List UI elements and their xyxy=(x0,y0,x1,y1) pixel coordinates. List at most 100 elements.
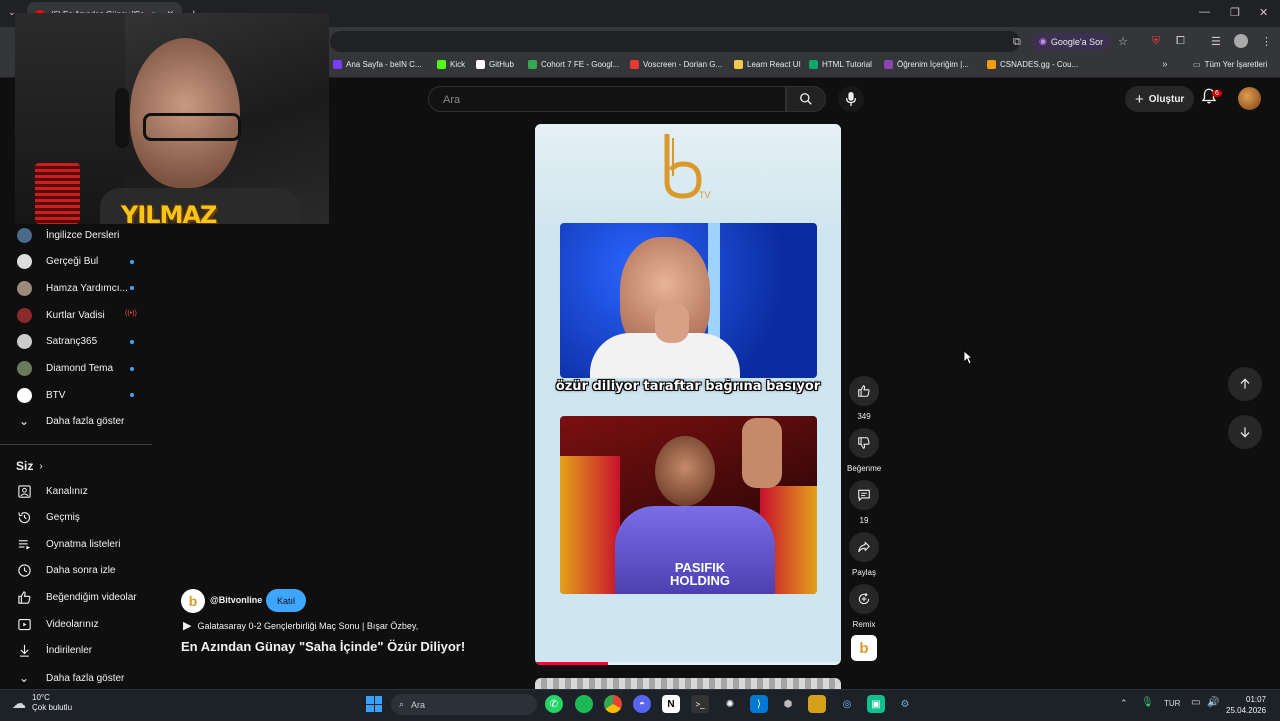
subscription-item[interactable]: Satranç365 xyxy=(16,329,97,355)
search-input[interactable] xyxy=(441,93,775,107)
subscription-label: Diamond Tema xyxy=(46,363,114,374)
notion-icon[interactable]: N xyxy=(662,695,680,713)
discord-icon[interactable]: ◓ xyxy=(633,695,651,713)
taskbar-search[interactable]: ⌕ Ara xyxy=(391,694,537,715)
bookmark-item[interactable]: CSNADES.gg - Cou... xyxy=(987,60,1078,69)
bookmark-item[interactable]: Öğrenim İçeriğim |... xyxy=(884,60,969,69)
search-box[interactable] xyxy=(428,86,786,112)
chrome-icon[interactable] xyxy=(604,695,622,713)
show-more-you[interactable]: ⌄ Daha fazla göster xyxy=(16,665,124,691)
profile-avatar[interactable] xyxy=(1234,34,1248,48)
account-avatar[interactable] xyxy=(1238,87,1261,110)
join-button[interactable]: Katıl xyxy=(266,589,307,612)
video-title: En Azından Günay "Saha İçinde" Özür Dili… xyxy=(181,639,466,654)
thumbs-up-icon xyxy=(858,385,870,397)
show-more-subscriptions[interactable]: ⌄ Daha fazla göster xyxy=(16,408,124,434)
previous-short-button[interactable] xyxy=(1228,367,1262,401)
taskbar-clock[interactable]: 01:07 25.04.2026 xyxy=(1226,694,1266,716)
network-icon[interactable]: ▭ xyxy=(1191,697,1200,708)
app-green-icon[interactable]: ▣ xyxy=(867,695,885,713)
volume-icon[interactable]: 🔊 xyxy=(1207,697,1219,708)
glasses xyxy=(143,113,241,141)
bookmark-item[interactable]: HTML Tutorial xyxy=(809,60,872,69)
app-cube-icon[interactable]: ⬢ xyxy=(779,695,797,713)
bookmark-item[interactable]: Cohort 7 FE - Googl... xyxy=(528,60,619,69)
sound-source-thumbnail[interactable]: b xyxy=(851,635,877,661)
extension-shield-icon[interactable]: ⛨ xyxy=(1152,35,1160,48)
bookmark-item[interactable]: Ana Sayfa - beIN C... xyxy=(333,60,422,69)
you-item[interactable]: Kanalınız xyxy=(16,478,88,504)
channel-avatar[interactable]: b xyxy=(181,589,205,613)
start-button[interactable] xyxy=(366,696,382,712)
create-button[interactable]: + Oluştur xyxy=(1125,86,1195,112)
minimize-icon[interactable]: — xyxy=(1199,6,1210,18)
subscription-item[interactable]: Diamond Tema xyxy=(16,356,113,382)
remix-action[interactable]: Remix xyxy=(847,584,881,629)
tray-mic-icon[interactable]: 🎙 xyxy=(1141,697,1154,708)
progress-fill xyxy=(535,662,609,665)
app-circle-icon[interactable]: ◎ xyxy=(838,695,856,713)
weather-widget[interactable]: ☁ 10°C Çok bulutlu xyxy=(12,693,72,713)
window-close-icon[interactable]: ✕ xyxy=(1259,6,1268,19)
subscription-item[interactable]: BTV xyxy=(16,382,65,408)
bookmark-star-icon[interactable]: ☆ xyxy=(1118,35,1128,48)
app-yellow-icon[interactable] xyxy=(808,695,826,713)
vscode-icon[interactable]: ⟩ xyxy=(750,695,768,713)
bookmark-item[interactable]: Voscreen - Dorian G... xyxy=(630,60,722,69)
video-subtitle: özür diliyor taraftar bağrına basıyor xyxy=(555,379,821,394)
you-item[interactable]: Oynatma listeleri xyxy=(16,531,120,557)
subscription-item[interactable]: Gerçeği Bul xyxy=(16,249,98,275)
thumbs-down-icon xyxy=(858,437,870,449)
subscription-item[interactable]: İngilizce Dersleri xyxy=(16,222,119,248)
you-section-heading[interactable]: Siz › xyxy=(16,459,43,473)
dislike-action[interactable]: Beğenme xyxy=(847,428,881,473)
you-item[interactable]: Beğendiğim videolar xyxy=(16,584,137,610)
comments-action[interactable]: 19 xyxy=(847,480,881,525)
bookmark-favicon-icon xyxy=(528,60,537,69)
playlist-link[interactable]: ▶ Galatasaray 0-2 Gençlerbirliği Maç Son… xyxy=(183,619,418,632)
shorts-player[interactable]: TV özür diliyor taraftar bağrına basıyor… xyxy=(535,124,841,665)
restore-icon[interactable]: ❐ xyxy=(1230,6,1240,19)
bookmark-item[interactable]: GitHub xyxy=(476,60,514,69)
channel-avatar xyxy=(16,307,32,323)
more-bookmarks-icon[interactable]: » xyxy=(1162,59,1168,70)
arrow-up-icon xyxy=(1240,378,1250,389)
remix-button[interactable] xyxy=(849,584,879,614)
cast-icon[interactable]: ⧉ xyxy=(1013,36,1021,49)
chrome-menu-icon[interactable]: ⋮ xyxy=(1261,35,1272,48)
share-button[interactable] xyxy=(849,532,879,562)
like-button[interactable] xyxy=(849,376,879,406)
bookmark-item[interactable]: Kick xyxy=(437,60,465,69)
subscription-item[interactable]: Hamza Yardımcı... xyxy=(16,275,128,301)
subscription-item[interactable]: Kurtlar Vadisi xyxy=(16,302,105,328)
btv-logo-icon: b xyxy=(859,639,869,657)
dislike-button[interactable] xyxy=(849,428,879,458)
chatgpt-icon[interactable]: ✺ xyxy=(721,695,739,713)
keyboard-language[interactable]: TUR xyxy=(1164,699,1180,708)
you-item[interactable]: İndirilenler xyxy=(16,638,92,664)
google-ask-label: Google'a Sor xyxy=(1050,36,1104,47)
you-item[interactable]: Geçmiş xyxy=(16,505,80,531)
address-bar[interactable] xyxy=(330,31,1020,52)
comments-button[interactable] xyxy=(849,480,879,510)
next-short-button[interactable] xyxy=(1228,415,1262,449)
search-button[interactable] xyxy=(786,86,826,112)
terminal-icon[interactable]: >_ xyxy=(691,695,709,713)
all-bookmarks-folder[interactable]: ▭ Tüm Yer İşaretleri xyxy=(1193,60,1267,69)
bookmark-favicon-icon xyxy=(476,60,485,69)
extensions-icon[interactable]: ⧠ xyxy=(1176,35,1185,48)
you-item[interactable]: Videolarınız xyxy=(16,611,99,637)
voice-search-button[interactable] xyxy=(838,86,864,112)
google-ask-button[interactable]: ◉ Google'a Sor xyxy=(1032,33,1111,50)
like-action[interactable]: 349 xyxy=(847,376,881,421)
reading-list-icon[interactable]: ☰ xyxy=(1211,35,1221,48)
you-item[interactable]: Daha sonra izle xyxy=(16,558,115,584)
app-gear-icon[interactable]: ⚙ xyxy=(896,695,914,713)
bookmark-item[interactable]: Learn React UI xyxy=(734,60,801,69)
you-item-label: Oynatma listeleri xyxy=(46,538,121,550)
share-action[interactable]: Paylaş xyxy=(847,532,881,577)
spotify-icon[interactable] xyxy=(575,695,593,713)
whatsapp-icon[interactable]: ✆ xyxy=(545,695,563,713)
tray-overflow-icon[interactable]: ⌃ xyxy=(1120,698,1128,709)
channel-handle[interactable]: @Bitvonline xyxy=(210,595,262,605)
